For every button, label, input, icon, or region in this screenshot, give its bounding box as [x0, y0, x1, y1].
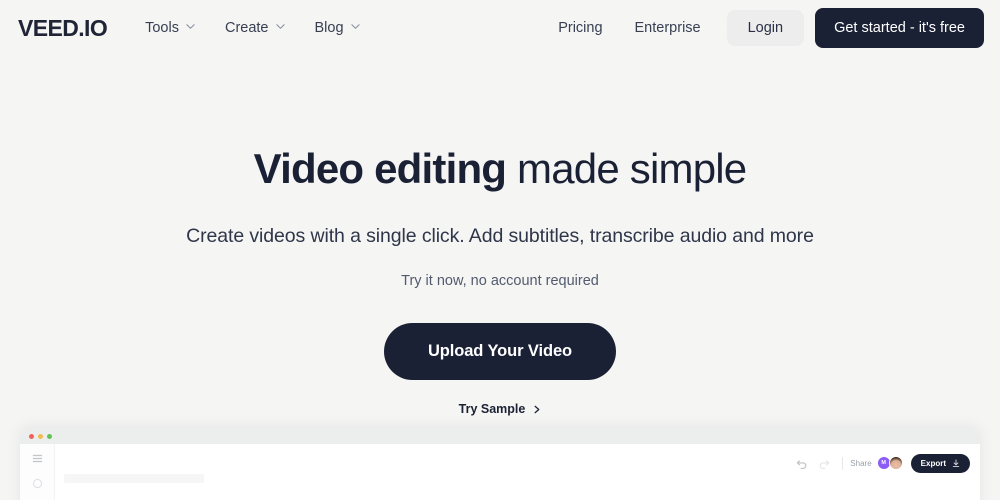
nav-item-blog[interactable]: Blog: [315, 20, 360, 36]
veed-logo[interactable]: VEED.IO: [18, 15, 108, 42]
share-button[interactable]: Share: [850, 459, 871, 468]
get-started-button[interactable]: Get started - it's free: [815, 8, 984, 48]
login-button[interactable]: Login: [726, 10, 805, 46]
try-sample-label: Try Sample: [458, 402, 526, 417]
chevron-right-icon: [533, 405, 541, 414]
hero-cta-group: Upload Your Video: [0, 323, 1000, 381]
headline-bold: Video editing: [253, 145, 507, 192]
nav-item-tools-label: Tools: [145, 20, 179, 36]
window-maximize-dot[interactable]: [47, 433, 52, 439]
nav-item-create[interactable]: Create: [225, 20, 285, 36]
toolbar-divider: [842, 456, 844, 470]
nav-link-pricing[interactable]: Pricing: [542, 20, 618, 36]
window-minimize-dot[interactable]: [38, 433, 43, 439]
avatar[interactable]: [888, 456, 903, 470]
export-button-label: Export: [920, 458, 946, 468]
editor-toolbar: Share M Export: [791, 453, 970, 473]
editor-panel-placeholder: [64, 474, 204, 483]
hero-section: Video editing made simple Create videos …: [0, 56, 1000, 418]
nav-item-blog-label: Blog: [314, 20, 344, 36]
site-header: VEED.IO Tools Create Blog Pricing Enterp…: [0, 0, 1000, 56]
secondary-nav: Pricing Enterprise Login Get started - i…: [542, 8, 984, 48]
page-title: Video editing made simple: [0, 145, 1000, 193]
chevron-down-icon: [186, 22, 195, 31]
hero-note: Try it now, no account required: [401, 273, 599, 290]
nav-item-create-label: Create: [224, 20, 269, 36]
preview-body: Share M Export: [20, 444, 980, 500]
app-preview-window: Share M Export: [20, 428, 980, 500]
editor-sidebar: [20, 444, 55, 500]
redo-icon[interactable]: [813, 453, 835, 473]
chevron-down-icon: [350, 22, 360, 31]
preview-titlebar: [20, 428, 980, 444]
primary-nav: Tools Create Blog: [145, 20, 360, 36]
undo-icon[interactable]: [791, 453, 813, 473]
upload-your-video-button[interactable]: Upload Your Video: [383, 323, 617, 381]
veed-landing-page: VEED.IO Tools Create Blog Pricing Enterp…: [0, 0, 1000, 500]
window-close-dot[interactable]: [29, 433, 34, 439]
download-icon: [952, 458, 960, 468]
chevron-down-icon: [275, 22, 285, 31]
export-button[interactable]: Export: [910, 453, 970, 473]
nav-link-enterprise[interactable]: Enterprise: [619, 20, 717, 36]
nav-item-tools[interactable]: Tools: [145, 20, 195, 36]
hero-subheadline: Create videos with a single click. Add s…: [186, 225, 814, 248]
circle-icon[interactable]: [32, 478, 43, 489]
headline-regular: made simple: [506, 145, 747, 192]
try-sample-link[interactable]: Try Sample: [459, 402, 542, 416]
menu-icon[interactable]: [32, 453, 43, 464]
